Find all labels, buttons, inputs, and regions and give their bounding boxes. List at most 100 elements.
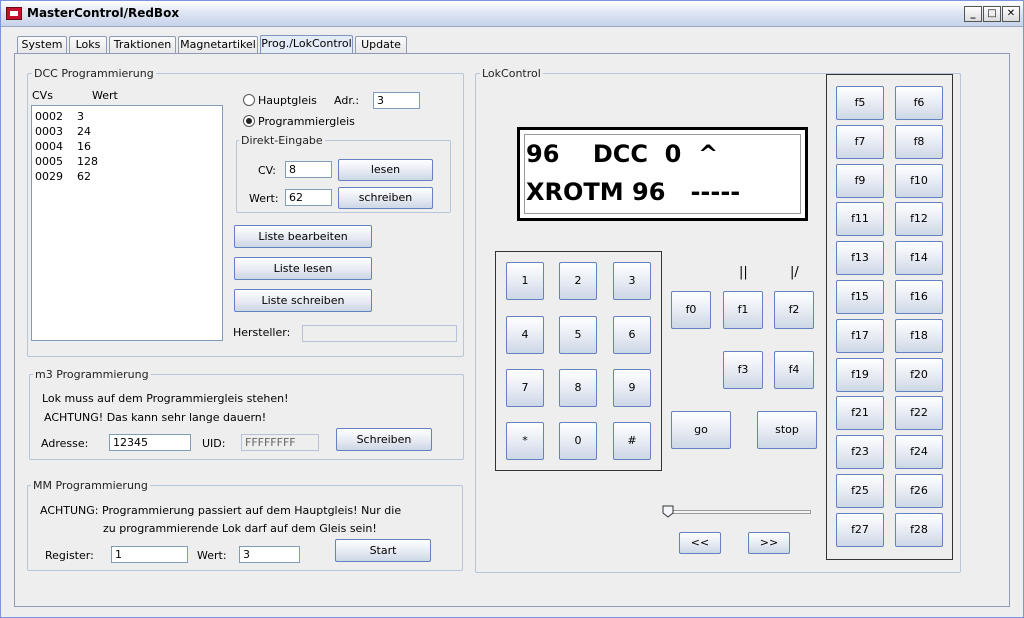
f15-button[interactable]: f15 <box>836 280 884 314</box>
f28-button[interactable]: f28 <box>895 512 943 547</box>
cv-list-value[interactable]: 62 <box>77 170 91 183</box>
app-window: MasterControl/RedBox _ □ ✕ System Loks T… <box>0 0 1024 618</box>
cv-list-value[interactable]: 16 <box>77 140 91 153</box>
f12-button[interactable]: f12 <box>895 202 943 237</box>
tab-traktionen[interactable]: Traktionen <box>109 36 176 54</box>
forward-button[interactable]: >> <box>748 532 790 554</box>
mm-register-input[interactable]: 1 <box>111 546 188 563</box>
maximize-button[interactable]: □ <box>983 6 1001 22</box>
keypad-8[interactable]: 8 <box>559 369 597 407</box>
m3-write-button[interactable]: Schreiben <box>336 428 432 451</box>
keypad-hash[interactable]: # <box>613 422 651 460</box>
f26-button[interactable]: f26 <box>895 474 943 508</box>
f25-button[interactable]: f25 <box>836 474 884 508</box>
f4-button[interactable]: f4 <box>774 351 814 389</box>
go-button[interactable]: go <box>671 411 731 449</box>
f27-button[interactable]: f27 <box>836 512 884 547</box>
speed-slider-thumb[interactable] <box>662 505 674 518</box>
maximize-icon: □ <box>987 8 997 19</box>
keypad-5[interactable]: 5 <box>559 316 597 354</box>
minimize-button[interactable]: _ <box>964 6 982 22</box>
cv-list-value[interactable]: 128 <box>77 155 98 168</box>
cv-list-value[interactable]: 3 <box>77 110 84 123</box>
m3-uid-label: UID: <box>202 437 226 450</box>
f19-button[interactable]: f19 <box>836 357 884 392</box>
direction-symbol: |/ <box>790 265 799 280</box>
keypad-6[interactable]: 6 <box>613 316 651 354</box>
write-button[interactable]: schreiben <box>338 187 433 209</box>
cv-list-cv[interactable]: 0002 <box>35 110 63 123</box>
cv-list[interactable]: 0002 3 0003 24 0004 16 0005 128 0029 62 <box>31 105 223 341</box>
keypad-1[interactable]: 1 <box>506 262 544 300</box>
tab-prog-lokcontrol[interactable]: Prog./LokControl <box>260 35 353 54</box>
cv-list-value[interactable]: 24 <box>77 125 91 138</box>
f11-button[interactable]: f11 <box>836 202 884 237</box>
mm-register-label: Register: <box>45 549 94 562</box>
f0-button[interactable]: f0 <box>671 291 711 329</box>
cv-list-cv[interactable]: 0003 <box>35 125 63 138</box>
close-button[interactable]: ✕ <box>1002 6 1020 22</box>
tab-system[interactable]: System <box>17 36 67 54</box>
window-title: MasterControl/RedBox <box>27 6 180 20</box>
f17-button[interactable]: f17 <box>836 318 884 353</box>
main-track-radio[interactable] <box>243 94 255 106</box>
tab-loks[interactable]: Loks <box>69 36 107 54</box>
f22-button[interactable]: f22 <box>895 396 943 431</box>
keypad-0[interactable]: 0 <box>559 422 597 460</box>
value-column-header: Wert <box>92 89 118 102</box>
direct-input-title: Direkt-Eingabe <box>239 134 325 147</box>
mm-value-label: Wert: <box>197 549 227 562</box>
cv-list-cv[interactable]: 0005 <box>35 155 63 168</box>
mm-value-input[interactable]: 3 <box>239 546 300 563</box>
mm-note-only-loco: zu programmierende Lok darf auf dem Glei… <box>103 522 377 535</box>
f16-button[interactable]: f16 <box>895 280 943 314</box>
keypad-7[interactable]: 7 <box>506 369 544 407</box>
f8-button[interactable]: f8 <box>895 124 943 159</box>
f2-button[interactable]: f2 <box>774 291 814 329</box>
f7-button[interactable]: f7 <box>836 124 884 159</box>
tab-update[interactable]: Update <box>355 36 407 54</box>
edit-list-button[interactable]: Liste bearbeiten <box>234 225 372 248</box>
keypad-9[interactable]: 9 <box>613 369 651 407</box>
f21-button[interactable]: f21 <box>836 396 884 431</box>
display-line-2: XROTM 96 ----- <box>526 178 741 206</box>
f14-button[interactable]: f14 <box>895 241 943 276</box>
f3-button[interactable]: f3 <box>723 351 763 389</box>
programming-track-radio[interactable] <box>243 115 255 127</box>
stop-button[interactable]: stop <box>757 411 817 449</box>
f5-button[interactable]: f5 <box>836 86 884 120</box>
main-track-label: Hauptgleis <box>258 94 317 107</box>
keypad-star[interactable]: * <box>506 422 544 460</box>
title-bar[interactable]: MasterControl/RedBox _ □ ✕ <box>1 1 1023 27</box>
keypad-3[interactable]: 3 <box>613 262 651 300</box>
read-list-button[interactable]: Liste lesen <box>234 257 372 280</box>
cv-column-header: CVs <box>32 89 53 102</box>
tab-magnetartikel[interactable]: Magnetartikel <box>178 36 258 54</box>
m3-address-input[interactable]: 12345 <box>109 434 191 451</box>
cv-input[interactable]: 8 <box>285 161 332 178</box>
f18-button[interactable]: f18 <box>895 318 943 353</box>
mm-start-button[interactable]: Start <box>335 539 431 562</box>
f1-button[interactable]: f1 <box>723 291 763 329</box>
pause-symbol: || <box>739 265 748 280</box>
f23-button[interactable]: f23 <box>836 435 884 470</box>
write-list-button[interactable]: Liste schreiben <box>234 289 372 312</box>
keypad-2[interactable]: 2 <box>559 262 597 300</box>
f10-button[interactable]: f10 <box>895 163 943 198</box>
f13-button[interactable]: f13 <box>836 241 884 276</box>
m3-programming-title: m3 Programmierung <box>33 368 151 381</box>
f24-button[interactable]: f24 <box>895 435 943 470</box>
f6-button[interactable]: f6 <box>895 86 943 120</box>
f9-button[interactable]: f9 <box>836 163 884 198</box>
cv-list-cv[interactable]: 0029 <box>35 170 63 183</box>
read-button[interactable]: lesen <box>338 159 433 181</box>
speed-slider-track[interactable] <box>665 510 811 514</box>
f20-button[interactable]: f20 <box>895 357 943 392</box>
cv-list-cv[interactable]: 0004 <box>35 140 63 153</box>
address-input[interactable]: 3 <box>373 92 420 109</box>
manufacturer-label: Hersteller: <box>233 326 291 339</box>
value-input[interactable]: 62 <box>285 189 332 206</box>
m3-note-track: Lok muss auf dem Programmiergleis stehen… <box>42 392 289 405</box>
keypad-4[interactable]: 4 <box>506 316 544 354</box>
rewind-button[interactable]: << <box>679 532 721 554</box>
